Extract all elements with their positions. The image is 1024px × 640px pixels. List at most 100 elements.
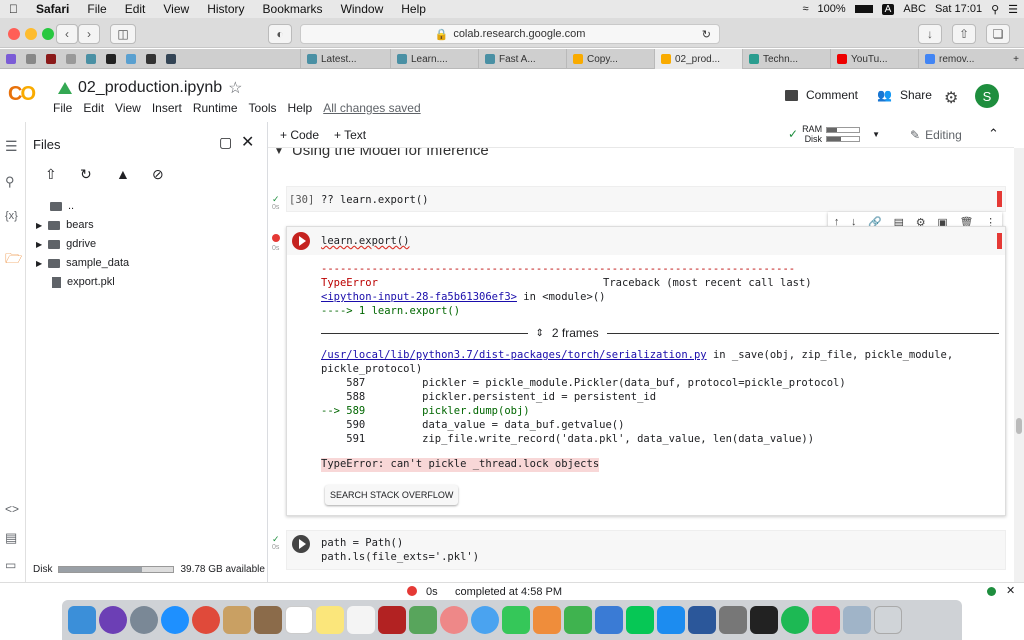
run-cell-button[interactable] — [292, 232, 310, 250]
section-heading[interactable]: ▼ Using the Model for Inference — [274, 148, 489, 159]
reload-icon[interactable]: ↻ — [702, 28, 711, 41]
colab-menu-runtime[interactable]: Runtime — [193, 101, 238, 115]
colab-menu-help[interactable]: Help — [288, 101, 313, 115]
terminal-icon[interactable]: ▭ — [5, 558, 16, 572]
tab-overview-icon[interactable]: ❏ — [986, 24, 1010, 44]
code-cell-with-error[interactable]: learn.export() -------------------------… — [286, 226, 1006, 516]
list-item[interactable]: ▶ sample_data — [36, 257, 129, 269]
colab-menu-tools[interactable]: Tools — [249, 101, 277, 115]
calendar-icon[interactable] — [285, 606, 313, 634]
launchpad-icon[interactable] — [130, 606, 158, 634]
upload-icon[interactable]: ⇧ — [45, 166, 57, 183]
search-icon[interactable]: ⚲ — [5, 174, 15, 190]
pinned-tab-icon[interactable] — [126, 54, 136, 64]
save-status[interactable]: All changes saved — [323, 101, 420, 115]
tab-latest[interactable]: Latest... — [300, 49, 390, 69]
star-icon[interactable]: ☆ — [228, 78, 242, 98]
tab-techn[interactable]: Techn... — [742, 49, 830, 69]
list-item[interactable]: ▶ gdrive — [36, 238, 96, 250]
app-store-icon[interactable] — [657, 606, 685, 634]
terminal-app-icon[interactable] — [750, 606, 778, 634]
search-stack-overflow-button[interactable]: SEARCH STACK OVERFLOW — [325, 485, 459, 505]
notification-center-icon[interactable]: ☰ — [1008, 3, 1018, 16]
table-of-contents-icon[interactable]: ☰ — [5, 138, 18, 155]
list-item[interactable]: export.pkl — [52, 276, 115, 288]
chevron-right-icon[interactable]: ▶ — [36, 240, 42, 249]
cell-code-line[interactable]: path = Path() — [321, 537, 403, 549]
mount-drive-icon[interactable]: ▲ — [116, 166, 130, 182]
ipython-input-link[interactable]: <ipython-input-28-fa5b61306ef3> — [321, 291, 517, 303]
messages-icon[interactable] — [471, 606, 499, 634]
dictionary-icon[interactable] — [378, 606, 406, 634]
tab-youtube[interactable]: YouTu... — [830, 49, 918, 69]
command-palette-icon[interactable]: ▤ — [5, 530, 17, 546]
cell-code[interactable]: ?? learn.export() — [321, 194, 428, 206]
colab-menu-insert[interactable]: Insert — [152, 101, 182, 115]
connection-status-icon[interactable] — [987, 587, 996, 596]
menu-view[interactable]: View — [154, 2, 198, 16]
comment-button[interactable]: Comment — [785, 88, 858, 102]
battery-percent[interactable]: 100% — [818, 3, 846, 15]
input-source-label[interactable]: ABC — [903, 3, 926, 15]
pinned-tab-icon[interactable] — [86, 54, 96, 64]
variables-icon[interactable]: {x} — [5, 210, 18, 222]
collapse-header-icon[interactable]: ⌃ — [988, 126, 999, 142]
editing-mode[interactable]: ✎ Editing — [910, 128, 962, 142]
contacts-icon[interactable] — [254, 606, 282, 634]
wifi-icon[interactable]: ≈ — [802, 3, 808, 15]
code-snippets-icon[interactable]: <> — [5, 502, 19, 516]
tab-fast-a[interactable]: Fast A... — [478, 49, 566, 69]
pinned-tab-icon[interactable] — [166, 54, 176, 64]
close-icon[interactable]: ✕ — [241, 132, 254, 152]
notebook-title[interactable]: 02_production.ipynb — [78, 79, 222, 97]
avatar[interactable]: S — [975, 84, 999, 108]
privacy-shield-icon[interactable]: ◐ — [268, 24, 292, 44]
pinned-tab-icon[interactable] — [66, 54, 76, 64]
pages-icon[interactable] — [533, 606, 561, 634]
preview-icon[interactable] — [843, 606, 871, 634]
share-sheet-icon[interactable]: ⇧ — [952, 24, 976, 44]
chevron-down-icon[interactable]: ▼ — [872, 130, 880, 139]
colab-menu-view[interactable]: View — [115, 101, 141, 115]
code-cell[interactable]: path = Path() path.ls(file_exts='.pkl') — [286, 530, 1006, 570]
keynote-icon[interactable] — [595, 606, 623, 634]
settings-gear-icon[interactable]: ⚙ — [944, 88, 958, 108]
chrome-icon[interactable] — [192, 606, 220, 634]
code-cell[interactable]: [30] ?? learn.export() — [286, 186, 1006, 212]
forward-button[interactable]: › — [78, 24, 100, 44]
list-item[interactable]: ▶ bears — [36, 219, 94, 231]
clock[interactable]: Sat 17:01 — [935, 3, 982, 15]
menu-history[interactable]: History — [198, 2, 253, 16]
minimize-window-icon[interactable] — [25, 28, 37, 40]
photos-icon[interactable] — [440, 606, 468, 634]
menu-file[interactable]: File — [78, 2, 115, 16]
input-source-icon[interactable]: A — [881, 3, 895, 15]
menu-edit[interactable]: Edit — [116, 2, 155, 16]
colab-logo[interactable]: CO — [8, 83, 36, 106]
chevron-right-icon[interactable]: ▶ — [36, 259, 42, 268]
back-button[interactable]: ‹ — [56, 24, 78, 44]
pinned-tab-icon[interactable] — [146, 54, 156, 64]
siri-icon[interactable] — [99, 606, 127, 634]
pinned-tab-icon[interactable] — [6, 54, 16, 64]
add-text-button[interactable]: + Text — [334, 128, 366, 142]
cell-code-line[interactable]: path.ls(file_exts='.pkl') — [321, 551, 479, 563]
sidebar-toggle-icon[interactable]: ◫ — [110, 24, 136, 44]
word-icon[interactable] — [688, 606, 716, 634]
spotify-icon[interactable] — [781, 606, 809, 634]
pinned-tab-icon[interactable] — [46, 54, 56, 64]
menu-window[interactable]: Window — [332, 2, 393, 16]
music-icon[interactable] — [812, 606, 840, 634]
tab-remov[interactable]: remov... — [918, 49, 1008, 69]
colab-menu-file[interactable]: File — [53, 101, 72, 115]
refresh-folder-icon[interactable]: ↻ — [80, 166, 92, 183]
run-cell-button[interactable] — [292, 535, 310, 553]
frames-toggle[interactable]: ⇕ 2 frames — [321, 326, 999, 340]
scrollbar[interactable] — [1014, 148, 1024, 582]
line-icon[interactable] — [626, 606, 654, 634]
menu-bookmarks[interactable]: Bookmarks — [254, 2, 332, 16]
pinned-tab-icon[interactable] — [106, 54, 116, 64]
finder-icon[interactable] — [68, 606, 96, 634]
share-button[interactable]: 👥 Share — [877, 88, 932, 102]
reminders-icon[interactable] — [347, 606, 375, 634]
